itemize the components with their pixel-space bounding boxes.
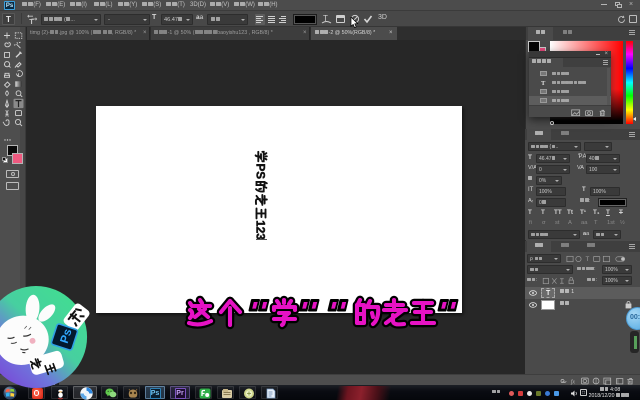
svg-text:T: T xyxy=(29,17,34,25)
svg-text:T: T xyxy=(586,256,590,263)
svg-text:PS: PS xyxy=(254,164,267,180)
svg-text:fx: fx xyxy=(571,378,576,385)
svg-text:123: 123 xyxy=(254,220,267,240)
